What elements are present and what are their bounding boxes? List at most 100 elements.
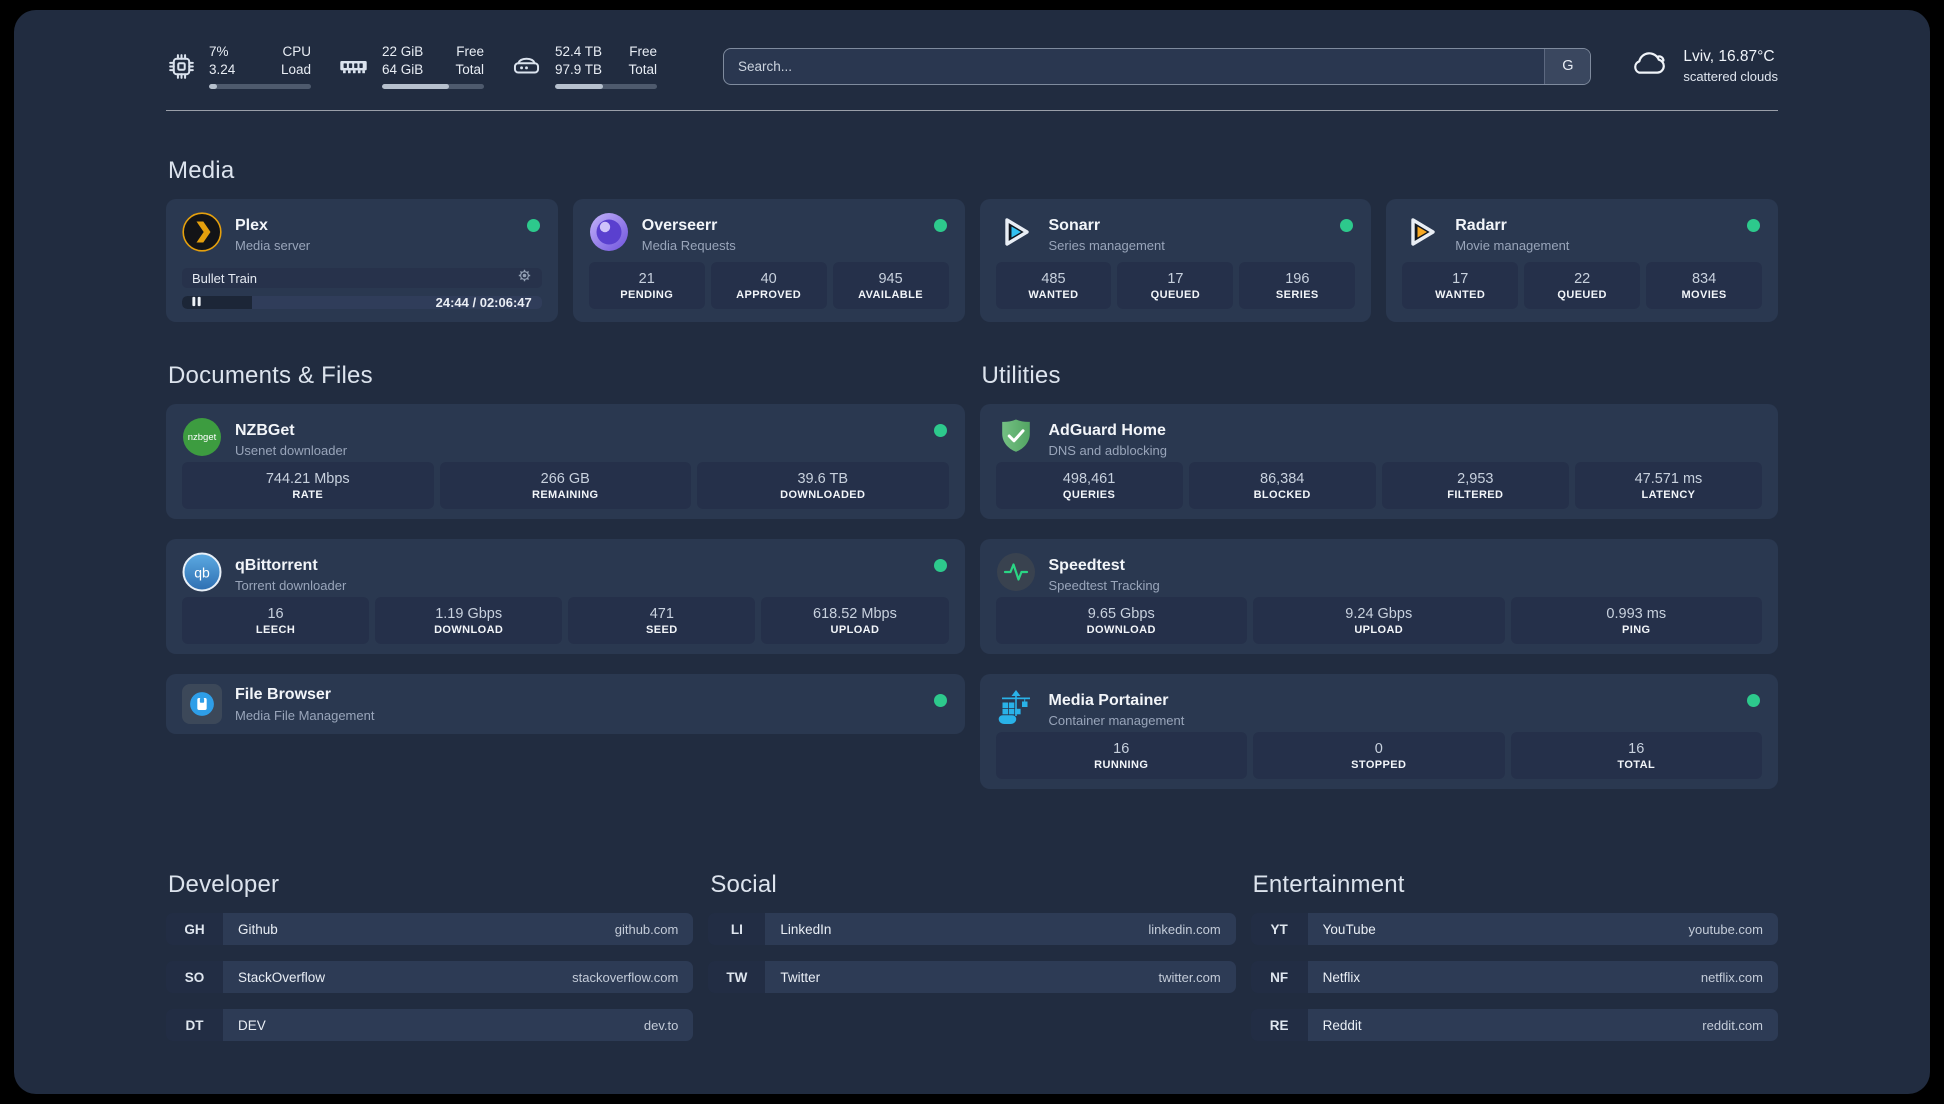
developer-links-column: Developer GH Github github.com SO StackOv… <box>166 871 694 1057</box>
app-name-overseerr: Overseerr <box>641 216 718 234</box>
app-card-speedtest[interactable]: Speedtest Speedtest Tracking 9.65 Gbps DO… <box>979 539 1778 654</box>
stat-download: 9.65 Gbps DOWNLOAD <box>995 597 1247 644</box>
link-url: dev.to <box>643 1017 679 1033</box>
disk-progressbar <box>555 83 657 89</box>
stat-queries: 498,461 QUERIES <box>995 462 1183 509</box>
status-dot-portainer <box>1747 694 1760 707</box>
link-abbr: RE <box>1250 1009 1308 1041</box>
qbittorrent-icon: qb <box>182 552 222 597</box>
link-dev-to[interactable]: DT DEV dev.to <box>166 1009 694 1041</box>
disk-total-label: Total <box>628 62 657 77</box>
app-name-radarr: Radarr <box>1455 216 1507 234</box>
link-linkedin[interactable]: LI LinkedIn linkedin.com <box>708 913 1236 945</box>
app-name-plex: Plex <box>235 216 268 234</box>
disk-progress-fill <box>555 83 603 89</box>
stat-total: 16 TOTAL <box>1510 732 1762 779</box>
stat-movies: 834 MOVIES <box>1646 262 1763 309</box>
link-name: Reddit <box>1322 1017 1362 1033</box>
playback-time: 24:44 / 02:06:47 <box>435 296 532 309</box>
stat-rate: 744.21 Mbps RATE <box>182 462 434 509</box>
app-card-qbittorrent[interactable]: qb qBittorrent Torrent downloader 16 LEEC… <box>166 539 965 654</box>
stat-remaining: 266 GB REMAINING <box>439 462 691 509</box>
section-title-social: Social <box>710 871 777 898</box>
weather-condition: scattered clouds <box>1683 69 1778 84</box>
link-stackoverflow[interactable]: SO StackOverflow stackoverflow.com <box>166 961 694 993</box>
stat-filtered: 2,953 FILTERED <box>1381 462 1569 509</box>
header-divider <box>166 110 1778 111</box>
cpu-label: CPU <box>282 44 311 60</box>
link-name: DEV <box>238 1017 266 1033</box>
search-bar: G <box>723 47 1592 85</box>
app-card-adguard[interactable]: AdGuard Home DNS and adblocking 498,461 Q… <box>979 404 1778 519</box>
ram-progressbar <box>382 83 484 89</box>
stat-latency: 47.571 ms LATENCY <box>1574 462 1762 509</box>
stat-queued: 17 QUEUED <box>1117 262 1234 309</box>
disk-total-value: 97.9 TB <box>555 62 603 77</box>
gear-icon[interactable] <box>517 268 532 288</box>
link-url: netflix.com <box>1700 969 1763 985</box>
app-card-sonarr[interactable]: Sonarr Series management 485 WANTED 17 QUE… <box>979 199 1372 322</box>
status-dot-plex <box>526 219 540 232</box>
link-youtube[interactable]: YT YouTube youtube.com <box>1250 913 1778 945</box>
disk-free-value: 52.4 TB <box>555 44 603 60</box>
nzbget-icon: nzbget <box>182 417 222 462</box>
cpu-icon <box>166 51 197 82</box>
search-engine-button[interactable]: G <box>1544 48 1591 84</box>
cpu-load-label: Load <box>280 62 311 77</box>
link-abbr: LI <box>708 913 766 945</box>
cpu-metric: 7% 3.24 CPU Load <box>166 43 311 89</box>
link-twitter[interactable]: TW Twitter twitter.com <box>708 961 1236 993</box>
link-url: twitter.com <box>1158 969 1221 985</box>
documents-column: Documents & Files nzbget NZBGet Usenet d… <box>166 362 965 809</box>
search-input[interactable] <box>724 58 1545 74</box>
app-name-nzbget: NZBGet <box>235 421 295 439</box>
app-desc-sonarr: Series management <box>1048 238 1165 254</box>
app-card-radarr[interactable]: Radarr Movie management 17 WANTED 22 QUEUE… <box>1386 199 1778 322</box>
section-title-media: Media <box>168 157 235 184</box>
stat-available: 945 AVAILABLE <box>832 262 949 309</box>
link-abbr: DT <box>166 1009 223 1041</box>
app-desc-plex: Media server <box>235 238 311 254</box>
ram-icon <box>337 50 370 83</box>
app-desc-qbittorrent: Torrent downloader <box>235 578 347 594</box>
stat-upload: 9.24 Gbps UPLOAD <box>1253 597 1505 644</box>
cloud-icon <box>1629 48 1671 84</box>
link-url: github.com <box>614 921 679 937</box>
stat-series: 196 SERIES <box>1239 262 1356 309</box>
link-reddit[interactable]: RE Reddit reddit.com <box>1250 1009 1778 1041</box>
link-abbr: GH <box>166 913 223 945</box>
svg-text:nzbget: nzbget <box>188 432 217 443</box>
app-card-overseerr[interactable]: Overseerr Media Requests 21 PENDING 40 APP… <box>572 199 965 322</box>
link-name: YouTube <box>1322 921 1376 937</box>
svg-text:qb: qb <box>194 565 210 581</box>
stat-ping: 0.993 ms PING <box>1510 597 1762 644</box>
section-title-entertainment: Entertainment <box>1252 871 1405 898</box>
section-title-developer: Developer <box>168 871 280 898</box>
entertainment-links-column: Entertainment YT YouTube youtube.com NF N… <box>1250 871 1778 1057</box>
cpu-progressbar <box>209 83 311 89</box>
app-name-portainer: Media Portainer <box>1048 691 1169 709</box>
link-abbr: NF <box>1250 961 1308 993</box>
disk-free-label: Free <box>629 44 657 60</box>
link-github[interactable]: GH Github github.com <box>166 913 694 945</box>
link-name: Netflix <box>1322 969 1361 985</box>
link-name: Github <box>238 921 278 937</box>
stat-blocked: 86,384 BLOCKED <box>1188 462 1376 509</box>
link-url: youtube.com <box>1688 921 1763 937</box>
link-netflix[interactable]: NF Netflix netflix.com <box>1250 961 1778 993</box>
utilities-column: Utilities AdGuard Home DNS and adblockin… <box>979 362 1778 809</box>
weather-widget: Lviv, 16.87°C scattered clouds <box>1629 48 1778 84</box>
stat-seed: 471 SEED <box>568 597 756 644</box>
stat-leech: 16 LEECH <box>182 597 370 644</box>
stat-download: 1.19 Gbps DOWNLOAD <box>375 597 563 644</box>
link-abbr: SO <box>166 961 223 993</box>
app-name-sonarr: Sonarr <box>1048 216 1101 234</box>
app-card-filebrowser[interactable]: File Browser Media File Management <box>166 674 965 734</box>
playback-progressbar: 24:44 / 02:06:47 <box>182 296 542 309</box>
section-title-documents: Documents & Files <box>168 362 373 389</box>
app-card-nzbget[interactable]: nzbget NZBGet Usenet downloader 744.21 M… <box>166 404 965 519</box>
app-card-plex[interactable]: Plex Media server Bullet Train 24:44 / 0… <box>166 199 558 322</box>
stat-running: 16 RUNNING <box>995 732 1247 779</box>
app-card-portainer[interactable]: Media Portainer Container management 16 R… <box>979 674 1778 789</box>
app-name-qbittorrent: qBittorrent <box>235 556 318 574</box>
